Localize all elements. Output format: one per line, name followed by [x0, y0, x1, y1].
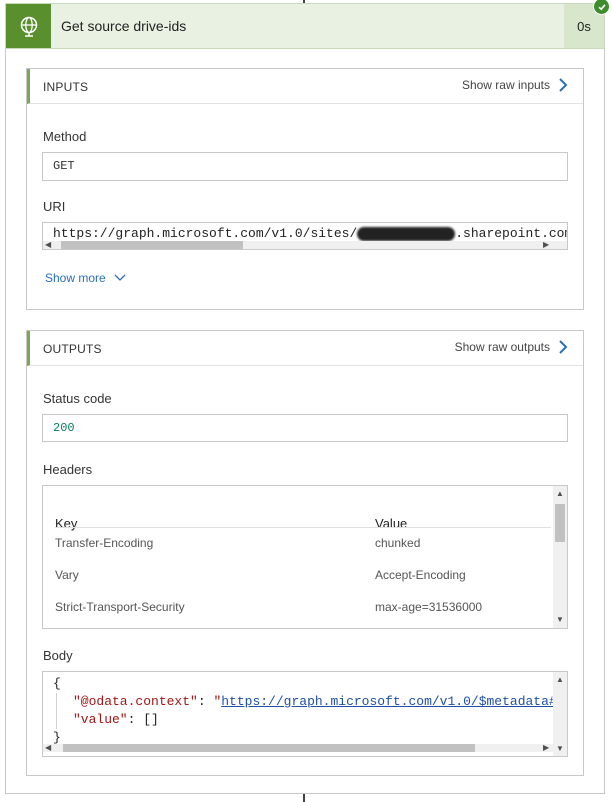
globe-icon	[6, 4, 51, 48]
show-more-label: Show more	[45, 271, 106, 285]
outputs-title: OUTPUTS	[43, 342, 102, 356]
json-key-odata: "@odata.context"	[73, 694, 198, 709]
status-code-value: 200	[53, 421, 75, 435]
headers-table[interactable]: Key Value Transfer-Encoding chunked Vary…	[42, 485, 568, 629]
redacted-segment	[357, 226, 456, 241]
chevron-down-icon	[114, 274, 126, 281]
uri-value-prefix: https://graph.microsoft.com/v1.0/sites/	[53, 226, 358, 241]
action-header[interactable]: Get source drive-ids 0s	[5, 3, 605, 49]
headers-label: Headers	[43, 462, 93, 477]
show-more-link[interactable]: Show more	[45, 271, 126, 285]
json-colon: :	[197, 694, 214, 709]
scroll-right-icon[interactable]: ▶	[543, 241, 549, 249]
chevron-right-icon	[559, 78, 568, 92]
scroll-down-icon[interactable]: ▼	[556, 616, 564, 624]
method-field[interactable]: GET	[42, 152, 568, 181]
scroll-down-icon[interactable]: ▼	[556, 745, 564, 753]
inputs-title: INPUTS	[43, 80, 89, 94]
scroll-left-icon[interactable]: ◀	[45, 241, 51, 249]
headers-divider	[55, 527, 551, 528]
body-label: Body	[43, 648, 73, 663]
scroll-left-icon[interactable]: ◀	[45, 744, 51, 752]
action-title: Get source drive-ids	[61, 18, 187, 34]
uri-hscroll-thumb[interactable]	[61, 241, 243, 249]
body-hscroll-thumb[interactable]	[63, 744, 475, 752]
outputs-header: OUTPUTS Show raw outputs	[27, 331, 583, 366]
chevron-right-icon	[559, 340, 568, 354]
uri-label: URI	[43, 199, 66, 214]
scroll-up-icon[interactable]: ▲	[556, 676, 564, 684]
scroll-up-icon[interactable]: ▲	[556, 490, 564, 498]
table-row: Transfer-Encoding chunked	[55, 536, 535, 552]
header-key: Transfer-Encoding	[55, 536, 154, 550]
status-code-label: Status code	[43, 391, 112, 406]
header-key: Strict-Transport-Security	[55, 600, 185, 614]
body-viewer[interactable]: { "@odata.context": "https://graph.micro…	[42, 671, 568, 757]
show-raw-outputs-label: Show raw outputs	[454, 340, 550, 354]
json-key-value: "value"	[73, 712, 128, 727]
json-odata-link[interactable]: https://graph.microsoft.com/v1.0/$metada…	[221, 694, 567, 709]
method-value: GET	[53, 159, 75, 173]
json-value-array: : []	[127, 712, 159, 727]
flow-connector-bottom	[303, 794, 305, 802]
show-raw-inputs-link[interactable]: Show raw inputs	[462, 78, 568, 92]
uri-value-suffix: .sharepoint.com/	[455, 226, 568, 241]
show-raw-outputs-link[interactable]: Show raw outputs	[455, 340, 568, 354]
table-row: Vary Accept-Encoding	[55, 568, 535, 584]
header-key: Vary	[55, 568, 79, 582]
status-code-field[interactable]: 200	[42, 414, 568, 442]
show-raw-inputs-label: Show raw inputs	[461, 78, 550, 92]
uri-field[interactable]: https://graph.microsoft.com/v1.0/sites/.…	[42, 222, 568, 250]
inputs-header: INPUTS Show raw inputs	[27, 69, 583, 104]
success-check-icon	[593, 0, 610, 15]
headers-vscroll-thumb[interactable]	[555, 504, 565, 542]
scroll-right-icon[interactable]: ▶	[543, 744, 549, 752]
header-value: max-age=31536000	[375, 600, 483, 614]
headers-col-value: Value	[375, 516, 408, 531]
header-value: Accept-Encoding	[375, 568, 466, 582]
header-value: chunked	[375, 536, 421, 550]
method-label: Method	[43, 129, 87, 144]
table-row: Strict-Transport-Security max-age=315360…	[55, 600, 535, 616]
headers-col-key: Key	[55, 516, 78, 531]
json-open-brace: {	[53, 676, 61, 691]
